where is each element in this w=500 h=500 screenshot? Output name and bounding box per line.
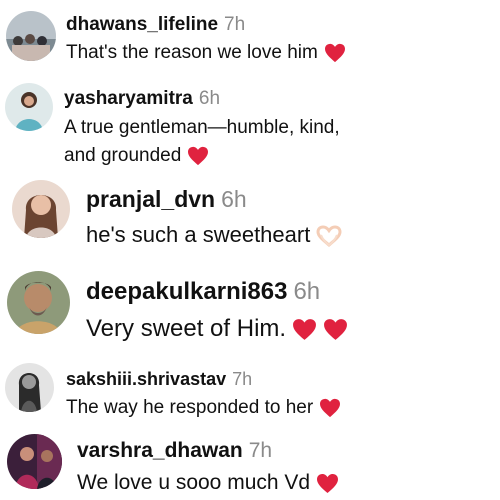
avatar[interactable] xyxy=(7,434,62,489)
comment-timestamp: 7h xyxy=(248,439,273,462)
comment-timestamp: 6h xyxy=(198,88,221,109)
red-heart-icon xyxy=(324,43,346,63)
comment-text-line: A true gentleman—humble, kind, xyxy=(64,117,340,138)
avatar[interactable] xyxy=(6,11,56,61)
avatar[interactable] xyxy=(5,83,53,131)
comment-username[interactable]: yasharyamitra xyxy=(64,88,193,109)
comment-text: he's such a sweetheart xyxy=(86,222,311,247)
avatar[interactable] xyxy=(7,271,70,334)
red-heart-icon xyxy=(292,318,317,341)
comment-timestamp: 7h xyxy=(224,14,246,35)
avatar[interactable] xyxy=(5,363,54,412)
comment-username[interactable]: sakshiii.shrivastav xyxy=(66,369,226,389)
avatar[interactable] xyxy=(12,180,70,238)
red-heart-icon xyxy=(187,146,209,166)
comment-username[interactable]: dhawans_lifeline xyxy=(66,14,218,35)
comment-username[interactable]: deepakulkarni863 xyxy=(86,278,287,305)
comment-username[interactable]: varshra_dhawan xyxy=(77,439,243,462)
comment-text: Very sweet of Him. xyxy=(86,315,287,342)
red-heart-icon xyxy=(319,398,341,418)
red-heart-icon xyxy=(316,473,339,494)
comment-timestamp: 6h xyxy=(221,186,247,212)
red-heart-icon xyxy=(323,318,348,341)
comment-text: We love u sooo much Vd xyxy=(77,471,311,494)
heart-hands-icon xyxy=(316,225,342,248)
comment-username[interactable]: pranjal_dvn xyxy=(86,186,215,212)
comment-timestamp: 6h xyxy=(293,278,321,305)
comment-text: That's the reason we love him xyxy=(66,42,318,63)
comment-timestamp: 7h xyxy=(232,369,253,389)
comment-text: The way he responded to her xyxy=(66,397,314,418)
comment-text-line: and grounded xyxy=(64,145,182,166)
